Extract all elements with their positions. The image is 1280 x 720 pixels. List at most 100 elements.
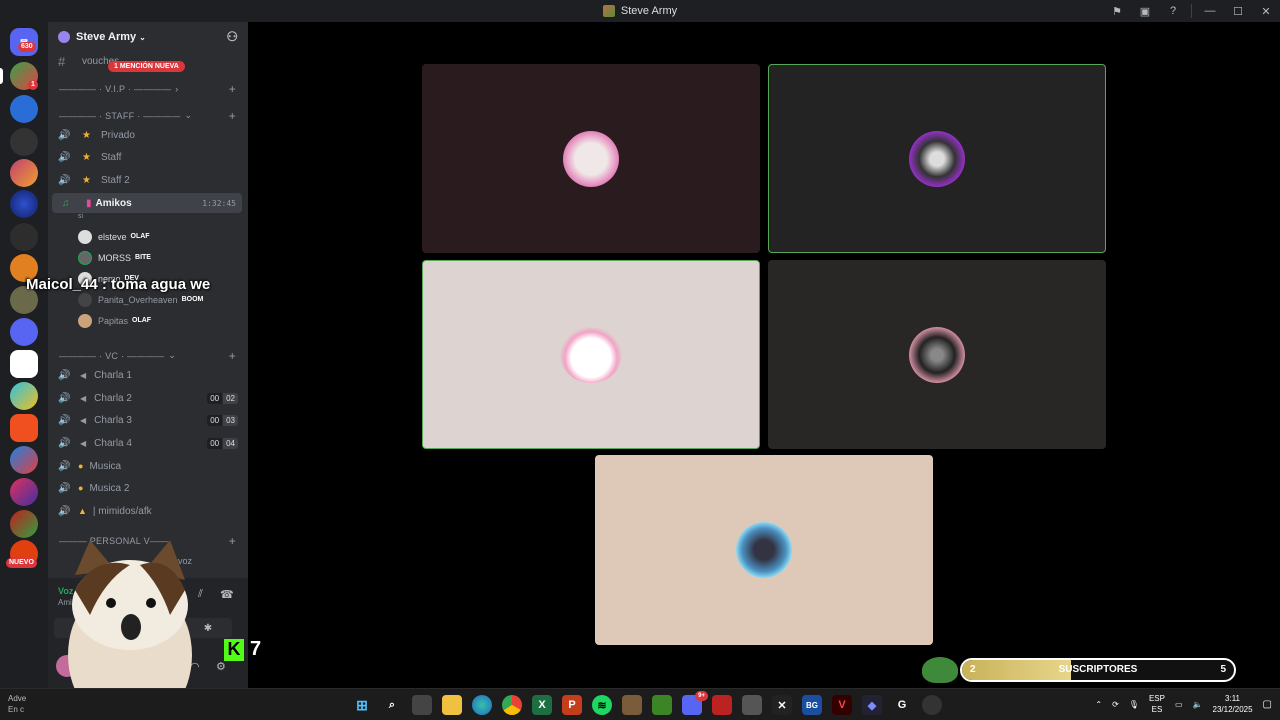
goal-label: SUSCRIPTORES (1058, 664, 1138, 675)
voice-channel-staff-2[interactable]: 🔊 ★ Staff 2 (48, 169, 248, 191)
excel-icon[interactable]: X (532, 695, 552, 715)
server-icon[interactable] (10, 350, 38, 378)
chrome-icon[interactable] (502, 695, 522, 715)
chevron-up-icon[interactable]: ⌃ (1095, 700, 1102, 709)
language-indicator[interactable]: ESP ES (1149, 693, 1165, 715)
app-icon[interactable] (712, 695, 732, 715)
clock-date: 23/12/2025 (1212, 705, 1253, 714)
category-label: ———— · VC · ———— (59, 350, 165, 361)
server-header[interactable]: Steve Army ⌄ ⚇ (48, 22, 248, 52)
category-vc[interactable]: ———— · VC · ———— ⌄ + (48, 349, 248, 363)
server-icon[interactable] (10, 510, 38, 538)
voice-channel-privado[interactable]: 🔊 ★ Privado (48, 124, 248, 146)
voice-channel-charla-2[interactable]: 🔊 ◀ Charla 2 00 02 (48, 387, 248, 409)
voice-member[interactable]: Papitas OLAF (78, 310, 238, 331)
valorant-icon[interactable]: V (832, 695, 852, 715)
viewer-count: 7 (250, 638, 262, 660)
voice-channel-amikos[interactable]: ♫ ▮ Amikos 1:32:45 (52, 193, 242, 213)
speaker-icon: 🔊 (58, 460, 71, 472)
channel-label: Staff 2 (100, 174, 130, 186)
participant-tile[interactable] (768, 260, 1106, 449)
voice-channel-charla-4[interactable]: 🔊 ◀ Charla 4 00 04 (48, 432, 248, 454)
flag-icon[interactable]: ⚑ (1103, 0, 1131, 22)
bg-app-icon[interactable]: BG (802, 695, 822, 715)
kick-viewer-counter: K 7 (224, 638, 261, 661)
participant-tile-speaking[interactable] (422, 260, 760, 449)
chat-overlay-message: Maicol_44 : toma agua we (26, 276, 211, 293)
voice-channel-musica[interactable]: 🔊 ● Musica (48, 455, 248, 477)
server-icon[interactable] (10, 190, 38, 218)
channel-status: si (78, 213, 84, 220)
voice-channel-charla-3[interactable]: 🔊 ◀ Charla 3 00 03 (48, 409, 248, 431)
speaker-icon: 🔊 (58, 369, 71, 381)
notification-icon[interactable]: ▢ (1263, 699, 1272, 710)
minecraft-launcher-icon[interactable] (652, 695, 672, 715)
server-icon[interactable] (10, 95, 38, 123)
channel-label: Musica 2 (89, 482, 130, 494)
server-icon[interactable] (10, 223, 38, 251)
server-icon[interactable] (10, 446, 38, 474)
minimize-button[interactable]: — (1196, 0, 1224, 22)
powerpoint-icon[interactable]: P (562, 695, 582, 715)
maximize-button[interactable]: ☐ (1224, 0, 1252, 22)
help-icon[interactable]: ? (1159, 0, 1187, 22)
edge-icon[interactable] (472, 695, 492, 715)
gear-icon[interactable]: ⚙ (216, 660, 226, 673)
server-icon[interactable] (10, 318, 38, 346)
obs-icon[interactable] (922, 695, 942, 715)
speaker-icon: 🔊 (58, 482, 71, 494)
add-channel-icon[interactable]: + (229, 82, 236, 96)
app-icon[interactable]: ◆ (862, 695, 882, 715)
category-vip[interactable]: ———— · V.I.P · ———— › + (48, 82, 248, 96)
participant-tile[interactable] (422, 64, 760, 253)
server-name: Steve Army (76, 31, 137, 43)
server-icon[interactable] (10, 382, 38, 410)
add-channel-icon[interactable]: + (229, 349, 236, 363)
subscriber-goal-bar: 2 SUSCRIPTORES 5 (960, 658, 1236, 682)
server-icon[interactable] (10, 128, 38, 156)
mention-badge[interactable]: 1 MENCIÓN NUEVA (108, 61, 185, 72)
add-channel-icon[interactable]: + (229, 534, 236, 548)
server-icon[interactable] (10, 159, 38, 187)
participant-tile-speaking[interactable] (768, 64, 1106, 253)
invite-icon[interactable]: ⚇ (226, 29, 238, 45)
network-icon[interactable]: ▭ (1175, 700, 1183, 709)
window-titlebar: Steve Army ⚑ ▣ ? — ☐ ✕ (0, 0, 1280, 22)
minecraft-icon[interactable] (622, 695, 642, 715)
volume-icon[interactable]: 🔈 (1193, 700, 1203, 709)
add-channel-icon[interactable]: + (229, 109, 236, 123)
star-icon: ★ (82, 174, 91, 186)
system-tray: ⌃ ⟳ 🎙 ESP ES ▭ 🔈 3:11 23/12/2025 ▢ (1095, 693, 1272, 715)
capcut-icon[interactable]: ✕ (772, 695, 792, 715)
windows-start-icon[interactable]: ⊞ (352, 695, 372, 715)
discord-taskbar-icon[interactable]: 9+ (682, 691, 708, 715)
sync-icon[interactable]: ⟳ (1112, 700, 1119, 709)
close-button[interactable]: ✕ (1252, 0, 1280, 22)
server-icon[interactable] (10, 478, 38, 506)
channel-label: Privado (100, 129, 135, 141)
spotify-icon[interactable]: ≋ (592, 695, 612, 715)
voice-channel-staff[interactable]: 🔊 ★ Staff (48, 146, 248, 168)
participant-tile[interactable] (595, 455, 933, 645)
voice-member[interactable]: MORSS BITE (78, 247, 238, 268)
clock[interactable]: 3:11 23/12/2025 (1213, 693, 1253, 715)
voice-channel-musica-2[interactable]: 🔊 ● Musica 2 (48, 477, 248, 499)
category-staff[interactable]: ———— · STAFF · ———— ⌄ + (48, 109, 248, 123)
disconnect-icon[interactable]: ☎ (220, 588, 234, 601)
store-icon[interactable] (742, 695, 762, 715)
channel-label: Charla 1 (94, 369, 132, 381)
file-explorer-icon[interactable] (442, 695, 462, 715)
unread-pill (0, 68, 3, 84)
inbox-icon[interactable]: ▣ (1131, 0, 1159, 22)
task-view-icon[interactable] (412, 695, 432, 715)
weather-widget[interactable]: Adve En c (8, 693, 26, 715)
voice-channel-charla-1[interactable]: 🔊 ◀ Charla 1 (48, 364, 248, 386)
voice-channel-afk[interactable]: 🔊 ▲ | mimidos/afk (48, 500, 248, 522)
category-label: ———— · STAFF · ———— (59, 110, 181, 121)
voice-member[interactable]: elsteve OLAF (78, 226, 238, 247)
logitech-icon[interactable]: G (892, 695, 912, 715)
server-icon[interactable] (10, 414, 38, 442)
microphone-icon[interactable]: 🎙 (1129, 700, 1139, 709)
search-icon[interactable]: ⌕ (382, 695, 402, 715)
chevron-down-icon: ⌄ (168, 350, 177, 360)
